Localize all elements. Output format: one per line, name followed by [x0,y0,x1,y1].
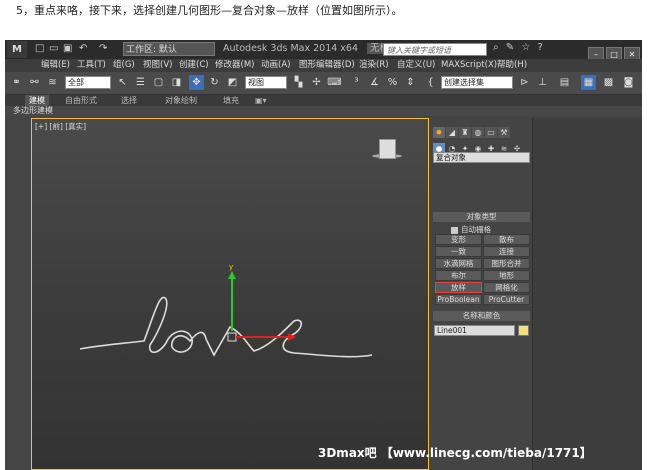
morph-button[interactable]: 变形 [435,234,482,245]
link-icon[interactable]: ⚭ [9,75,24,90]
command-panel-tabs: ✸ ◢ ♜ ◍ ▭ ⚒ [433,120,530,138]
app-title: Autodesk 3ds Max 2014 x64 [223,43,359,54]
conform-button[interactable]: 一致 [435,246,482,257]
rendered-frame-icon[interactable]: ▩ [601,75,616,90]
undo-icon[interactable]: ↶ [79,42,87,56]
gizmo-y-arrow-icon [228,271,236,279]
create-categories: ● ◔ ✦ ◉ ✚ ≋ ✣ [433,136,530,154]
menu-maxscript[interactable]: MAXScript(X) [441,59,497,72]
tab-populate[interactable]: 填充 [223,95,239,106]
ribbon-panel-label: 多边形建模 [5,106,642,116]
edit-named-selection-icon[interactable]: { [423,75,438,90]
render-production-icon[interactable]: ◙ [621,75,636,90]
geometry-category-dropdown[interactable]: 复合对象 [433,152,530,163]
percent-snap-icon[interactable]: % [385,75,400,90]
new-file-icon[interactable]: □ [35,42,44,56]
snap-toggle-icon[interactable]: ³ [349,75,364,90]
ribbon-tabs: 建模 自由形式 选择 对象绘制 填充 ▣▾ [5,95,642,106]
menu-edit[interactable]: 编辑(E) [41,59,70,72]
menu-view[interactable]: 视图(V) [143,59,172,72]
menu-rendering[interactable]: 渲染(R) [359,59,389,72]
tab-selection[interactable]: 选择 [121,95,137,106]
star-icon[interactable]: ☆ [521,42,530,53]
reference-coordinate-dropdown[interactable]: 视图 [245,76,287,89]
boolean-button[interactable]: 布尔 [435,270,482,281]
object-type-rollout[interactable]: 对象类型 [433,212,530,222]
menu-modifiers[interactable]: 修改器(M) [215,59,254,72]
right-empty-panel [532,118,642,470]
command-panel: ✸ ◢ ♜ ◍ ▭ ⚒ ● ◔ ✦ ◉ ✚ ≋ ✣ 复合对象 对象类型 自动栅格 变形 散布 一致 连… [431,118,532,470]
love-spline[interactable] [79,296,373,358]
intro-text: 5，重点来咯，接下来，选择创建几何图形—复合对象—放样（位置如图所示）。 [16,4,403,17]
pivot-box [227,332,237,342]
app-window: M □ ▭ ▣ ↶ ↷ 工作区: 默认 Autodesk 3ds Max 201… [5,40,642,470]
save-icon[interactable]: ▣ [63,42,72,56]
watermark-text: 3Dmax吧 【www.linecg.com/tieba/1771】 [318,446,592,460]
wrench-icon[interactable]: ✎ [506,42,514,53]
blobmesh-button[interactable]: 水滴网格 [435,258,482,269]
infocenter-icons: ⌕ ✎ ☆ ? [493,42,543,53]
menu-create[interactable]: 创建(C) [179,59,209,72]
loft-button[interactable]: 放样 [435,282,482,293]
scatter-button[interactable]: 散布 [483,234,530,245]
named-selection-set-dropdown[interactable]: 创建选择集 [441,76,513,89]
procutter-button[interactable]: ProCutter [483,294,530,305]
main-toolbar: ⚭ ⚯ ≋ 全部 ↖ ☰ ▢ ◨ ✥ ↻ ◩ 视图 ▚ ✢ ⌨ ³ ∡ % ⇕ … [5,72,642,95]
menu-help[interactable]: 帮助(H) [497,59,527,72]
app-logo-icon[interactable]: M [7,41,27,58]
tab-object-paint[interactable]: 对象绘制 [165,95,197,106]
mesher-button[interactable]: 网格化 [483,282,530,293]
open-file-icon[interactable]: ▭ [49,42,58,56]
select-move-icon[interactable]: ✥ [189,75,204,90]
menu-bar: 编辑(E) 工具(T) 组(G) 视图(V) 创建(C) 修改器(M) 动画(A… [5,59,642,72]
search-input[interactable]: 键入关键字或短语 [383,43,487,56]
title-bar: M □ ▭ ▣ ↶ ↷ 工作区: 默认 Autodesk 3ds Max 201… [5,40,642,62]
menu-graph-editors[interactable]: 图形编辑器(D) [299,59,355,72]
ribbon-options-icon[interactable]: ▣▾ [255,95,267,106]
menu-customize[interactable]: 自定义(U) [397,59,435,72]
gizmo-y-label: y [229,263,233,271]
connect-button[interactable]: 连接 [483,246,530,257]
tab-modeling[interactable]: 建模 [25,95,49,106]
menu-tools[interactable]: 工具(T) [77,59,106,72]
unlink-icon[interactable]: ⚯ [27,75,42,90]
render-setup-icon[interactable]: ▦ [581,75,596,90]
name-color-rollout[interactable]: 名称和颜色 [433,311,530,321]
selection-filter-dropdown[interactable]: 全部 [65,76,111,89]
layer-manager-icon[interactable]: ▤ [557,75,572,90]
shapemerge-button[interactable]: 图形合并 [483,258,530,269]
terrain-button[interactable]: 地形 [483,270,530,281]
tab-freeform[interactable]: 自由形式 [65,95,97,106]
binoculars-icon[interactable]: ⌕ [493,42,499,53]
help-icon[interactable]: ? [538,42,543,53]
select-by-name-icon[interactable]: ☰ [133,75,148,90]
proboolean-button[interactable]: ProBoolean [435,294,482,305]
object-name-field[interactable]: Line001 [434,325,515,336]
redo-icon[interactable]: ↷ [99,42,107,56]
left-panel [5,116,31,470]
workspace-dropdown[interactable]: 工作区: 默认 [123,42,215,56]
bind-spacewarp-icon[interactable]: ≋ [45,75,60,90]
select-scale-icon[interactable]: ◩ [225,75,240,90]
auto-grid-label: 自动栅格 [461,225,491,234]
menu-animation[interactable]: 动画(A) [261,59,290,72]
window-crossing-icon[interactable]: ◨ [169,75,184,90]
spinner-snap-icon[interactable]: ⇕ [403,75,418,90]
window-title: Autodesk 3ds Max 2014 x64 无标题 [223,42,402,56]
object-color-swatch[interactable] [518,325,529,336]
mirror-icon[interactable]: ⊳ [517,75,532,90]
front-viewport[interactable]: [+] [前] [真实] y [31,118,429,470]
keyboard-shortcut-icon[interactable]: ⌨ [327,75,342,90]
select-object-icon[interactable]: ↖ [115,75,130,90]
align-icon[interactable]: ⊥ [535,75,550,90]
menu-group[interactable]: 组(G) [113,59,135,72]
select-rotate-icon[interactable]: ↻ [207,75,222,90]
select-manipulate-icon[interactable]: ✢ [309,75,324,90]
rectangular-selection-icon[interactable]: ▢ [151,75,166,90]
angle-snap-icon[interactable]: ∡ [367,75,382,90]
pivot-center-icon[interactable]: ▚ [291,75,306,90]
viewport-scene: y [79,263,373,358]
